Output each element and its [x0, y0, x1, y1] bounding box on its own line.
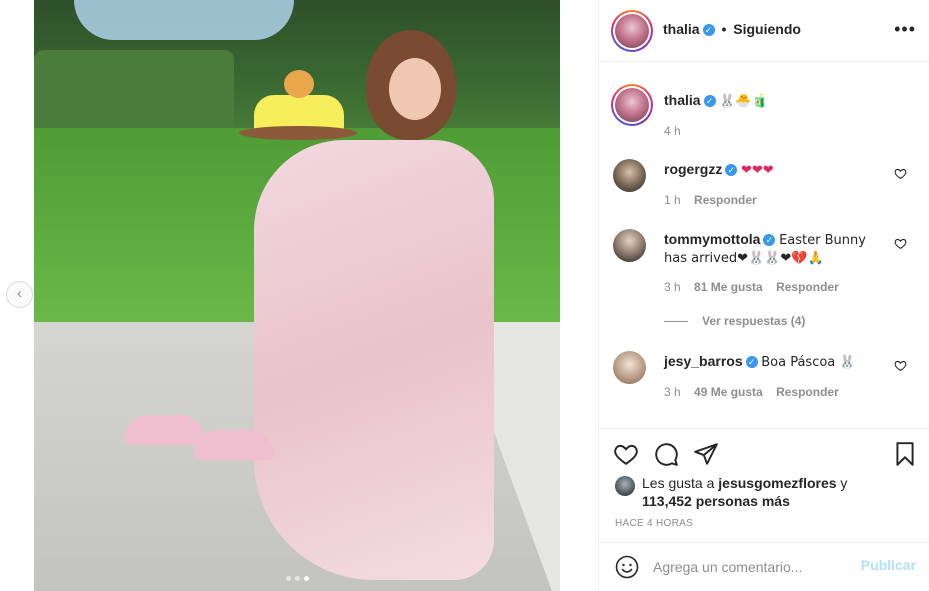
comment-body: jesy_barros ✓ Boa Páscoa 🐰 — [664, 353, 888, 371]
reply-button[interactable]: Responder — [694, 193, 757, 207]
likes-prefix: Les gusta a — [642, 475, 719, 491]
emoji-smiley-icon[interactable] — [615, 555, 639, 579]
verified-badge-icon: ✓ — [763, 234, 776, 246]
verified-badge-icon: ✓ — [725, 164, 738, 176]
share-paper-plane-icon[interactable] — [693, 441, 719, 467]
author-avatar[interactable] — [611, 10, 653, 52]
carousel-dot — [285, 576, 291, 581]
separator-dot: • — [721, 21, 727, 37]
comment-time[interactable]: 3 h — [664, 280, 681, 294]
caption-body: thalia ✓ 🐰🐣🧃 — [664, 92, 888, 110]
verified-badge-icon: ✓ — [745, 356, 758, 368]
post-header: thalia ✓ • Siguiendo ••• — [599, 0, 929, 62]
comment-body: tommymottola ✓ Easter Bunny has arrived❤🐰… — [664, 231, 888, 267]
verified-badge-icon: ✓ — [702, 24, 715, 36]
comment-avatar[interactable] — [613, 351, 646, 384]
comment-bubble-icon[interactable] — [653, 441, 679, 467]
post-image[interactable] — [34, 0, 560, 591]
comment-username[interactable]: jesy_barros — [664, 353, 743, 369]
carousel-dot — [294, 576, 300, 581]
publish-button[interactable]: Publicar — [861, 557, 916, 573]
comment-input[interactable] — [653, 555, 853, 579]
comment-body: rogergzz ✓ ❤❤❤ — [664, 161, 888, 179]
post-sidebar: thalia ✓ • Siguiendo ••• thalia ✓ 🐰🐣🧃 4 h — [598, 0, 929, 591]
comment-meta: 3 h 49 Me gusta Responder — [664, 385, 849, 399]
reply-button[interactable]: Responder — [776, 280, 839, 294]
more-horizontal-icon[interactable]: ••• — [894, 20, 916, 38]
comment-meta: 1 h Responder — [664, 193, 767, 207]
save-bookmark-icon[interactable] — [892, 441, 918, 467]
comment-like-heart-icon[interactable] — [894, 359, 908, 373]
comment-username[interactable]: tommymottola — [664, 231, 760, 247]
replies-divider — [664, 321, 688, 323]
carousel-dot-active — [303, 576, 309, 581]
photo-cake-stand — [239, 126, 357, 140]
likes-count[interactable]: 113,452 personas más — [642, 493, 790, 509]
comment-text: ❤❤❤ — [740, 163, 774, 178]
following-button[interactable]: Siguiendo — [733, 21, 801, 37]
caption-avatar[interactable] — [611, 84, 653, 126]
comment-likes[interactable]: 49 Me gusta — [694, 385, 763, 399]
comment-like-heart-icon[interactable] — [894, 167, 908, 181]
liker-username[interactable]: jesusgomezflores — [718, 475, 836, 491]
post-actions: Les gusta a jesusgomezflores y 113,452 p… — [599, 428, 929, 542]
comment-likes[interactable]: 81 Me gusta — [694, 280, 763, 294]
chevron-left-icon: ‹ — [17, 285, 22, 302]
previous-slide-button[interactable]: ‹ — [6, 281, 33, 308]
photo-face — [389, 58, 441, 120]
caption-time[interactable]: 4 h — [664, 124, 681, 138]
likes-text: Les gusta a jesusgomezflores y 113,452 p… — [642, 474, 912, 510]
view-replies-button[interactable]: Ver respuestas (4) — [664, 314, 805, 328]
comment-avatar[interactable] — [613, 159, 646, 192]
caption-text: 🐰🐣🧃 — [719, 94, 768, 109]
reply-button[interactable]: Responder — [776, 385, 839, 399]
author-line: thalia ✓ • Siguiendo — [663, 21, 801, 37]
likes-middle: y — [836, 475, 848, 491]
comment-text: Boa Páscoa 🐰 — [761, 355, 856, 370]
verified-badge-icon: ✓ — [703, 95, 716, 107]
like-heart-icon[interactable] — [613, 441, 639, 467]
comments-list: thalia ✓ 🐰🐣🧃 4 h rogergzz ✓ ❤❤❤ 1 h Resp… — [599, 62, 929, 428]
comment-time[interactable]: 1 h — [664, 193, 681, 207]
comment-avatar[interactable] — [613, 229, 646, 262]
comment-meta: 3 h 81 Me gusta Responder — [664, 280, 849, 294]
add-comment-bar: Publicar — [599, 542, 929, 591]
view-replies-label: Ver respuestas (4) — [702, 314, 806, 328]
photo-shoe-left — [124, 415, 204, 445]
carousel-indicator — [34, 576, 560, 581]
photo-sky — [74, 0, 294, 40]
photo-shoe-right — [194, 430, 274, 460]
photo-cake-topper — [284, 70, 314, 98]
post-viewer: ‹ thalia ✓ • Siguiendo ••• thalia ✓ 🐰🐣🧃 … — [0, 0, 929, 591]
post-timestamp[interactable]: HACE 4 HORAS — [615, 518, 693, 529]
photo-dress — [254, 140, 494, 580]
comment-time[interactable]: 3 h — [664, 385, 681, 399]
comment-like-heart-icon[interactable] — [894, 237, 908, 251]
liker-avatar[interactable] — [615, 476, 635, 496]
comment-username[interactable]: rogergzz — [664, 161, 722, 177]
caption-username[interactable]: thalia — [664, 92, 701, 108]
caption-meta: 4 h — [664, 124, 691, 138]
author-username[interactable]: thalia — [663, 21, 700, 37]
